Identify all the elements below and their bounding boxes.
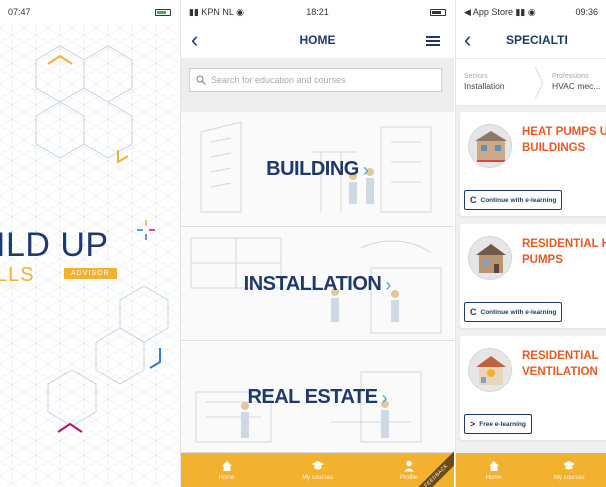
status-time: 18:21 — [306, 7, 329, 17]
graduation-cap-icon — [311, 459, 325, 473]
status-time: 09:36 — [575, 7, 598, 17]
nav-bar: ‹ SPECIALTI — [456, 24, 606, 58]
breadcrumb-caption: Professions — [552, 73, 589, 80]
course-title-line: RESIDENTIAL — [522, 350, 599, 362]
course-title-line: VENTILATION — [522, 366, 598, 378]
breadcrumb-value: HVAC mec... — [552, 81, 601, 91]
residential-heat-pump-image — [468, 236, 512, 280]
home-icon — [488, 459, 500, 473]
user-icon — [403, 459, 415, 473]
chevron-right-icon: › — [362, 159, 369, 180]
tile-real-estate[interactable]: REAL ESTATE › — [181, 342, 454, 453]
chevron-right-icon: › — [385, 274, 392, 295]
battery-icon — [430, 7, 446, 17]
logo-skills-text: LLS — [0, 264, 35, 286]
course-title: RESIDENTIAL VENTILATION — [522, 348, 606, 380]
home-screen: ▮▮ KPN NL ◉ 18:21 ‹ HOME Search for educ… — [180, 0, 454, 487]
tab-label: Home — [218, 475, 235, 481]
course-card[interactable]: RESIDENTIAL HE PUMPS C Continue with e-l… — [460, 224, 606, 328]
course-title-line: PUMPS — [522, 254, 563, 266]
course-title-line: RESIDENTIAL HE — [522, 238, 606, 250]
tile-building[interactable]: BUILDING › — [181, 112, 454, 227]
page-title: HOME — [299, 33, 336, 47]
advisor-badge: ADVISOR — [64, 268, 117, 279]
search-area — [181, 58, 454, 112]
sparkle-icon — [137, 220, 155, 240]
specialties-screen: ◀ App Store ▮▮ ◉ 09:36 ‹ SPECIALTI Secto… — [455, 0, 606, 487]
bottom-tab-bar: Home My courses — [456, 453, 606, 487]
button-label: Continue with e-learning — [480, 196, 557, 204]
graduation-cap-icon — [562, 459, 576, 473]
back-app-label: ◀ App Store — [464, 6, 513, 17]
course-title: HEAT PUMPS UT BUILDINGS — [522, 124, 606, 156]
tab-home[interactable]: Home — [456, 453, 532, 487]
status-bar: ▮▮ KPN NL ◉ 18:21 — [181, 0, 454, 24]
free-elearning-button[interactable]: > Free e-learning — [464, 414, 532, 434]
tile-label: INSTALLATION — [243, 272, 382, 295]
course-title: RESIDENTIAL HE PUMPS — [522, 236, 606, 268]
search-field[interactable] — [189, 68, 442, 92]
residential-ventilation-image — [468, 348, 512, 392]
breadcrumb-sectors[interactable]: Sectors Installation — [464, 73, 505, 91]
breadcrumb-value: Installation — [464, 81, 505, 91]
status-bar: ◀ App Store ▮▮ ◉ 09:36 — [456, 0, 606, 24]
tab-home[interactable]: Home — [181, 453, 272, 487]
heat-pump-building-image — [468, 124, 512, 168]
tab-label: Home — [485, 475, 502, 481]
button-label: Free e-learning — [479, 420, 526, 428]
tab-my-courses[interactable]: My courses — [532, 453, 606, 487]
button-label: Continue with e-learning — [480, 308, 557, 316]
page-title: SPECIALTI — [506, 33, 568, 47]
tab-label: My courses — [553, 475, 585, 481]
tab-label: Profile — [399, 475, 417, 481]
breadcrumb: Sectors Installation Professions HVAC me… — [456, 58, 606, 106]
tab-my-courses[interactable]: My courses — [272, 453, 363, 487]
nav-bar: ‹ HOME — [181, 24, 454, 58]
splash-screen: 07:47 ILD UP LLS ADVISOR — [0, 0, 179, 487]
chevron-right-icon: › — [381, 387, 388, 408]
tab-label: My courses — [302, 475, 333, 481]
course-card[interactable]: RESIDENTIAL VENTILATION > Free e-learnin… — [460, 336, 606, 440]
bottom-tab-bar: Home My courses Profile FEEDBACK — [181, 450, 454, 487]
logo-wordmark: ILD UP — [0, 226, 109, 264]
continue-elearning-button[interactable]: C Continue with e-learning — [464, 190, 563, 210]
course-title-line: HEAT PUMPS UT — [522, 126, 606, 138]
tile-installation[interactable]: INSTALLATION › — [181, 228, 454, 341]
refresh-icon: C — [470, 195, 477, 205]
tile-label: REAL ESTATE — [247, 385, 378, 408]
course-card[interactable]: HEAT PUMPS UT BUILDINGS C Continue with … — [460, 112, 606, 216]
back-to-app-store[interactable]: ◀ App Store ▮▮ ◉ — [464, 7, 536, 18]
hamburger-menu-icon[interactable] — [426, 36, 440, 46]
breadcrumb-caption: Sectors — [464, 73, 488, 80]
tile-label: BUILDING — [266, 157, 359, 180]
chevron-right-icon: > — [470, 419, 476, 429]
home-icon — [221, 459, 233, 473]
refresh-icon: C — [470, 307, 477, 317]
breadcrumb-professions[interactable]: Professions HVAC mec... — [552, 73, 601, 91]
search-icon — [196, 75, 206, 85]
chevron-left-icon[interactable]: ‹ — [464, 28, 471, 52]
breadcrumb-separator — [534, 67, 544, 99]
continue-elearning-button[interactable]: C Continue with e-learning — [464, 302, 563, 322]
course-title-line: BUILDINGS — [522, 142, 586, 154]
search-input[interactable] — [211, 75, 421, 85]
